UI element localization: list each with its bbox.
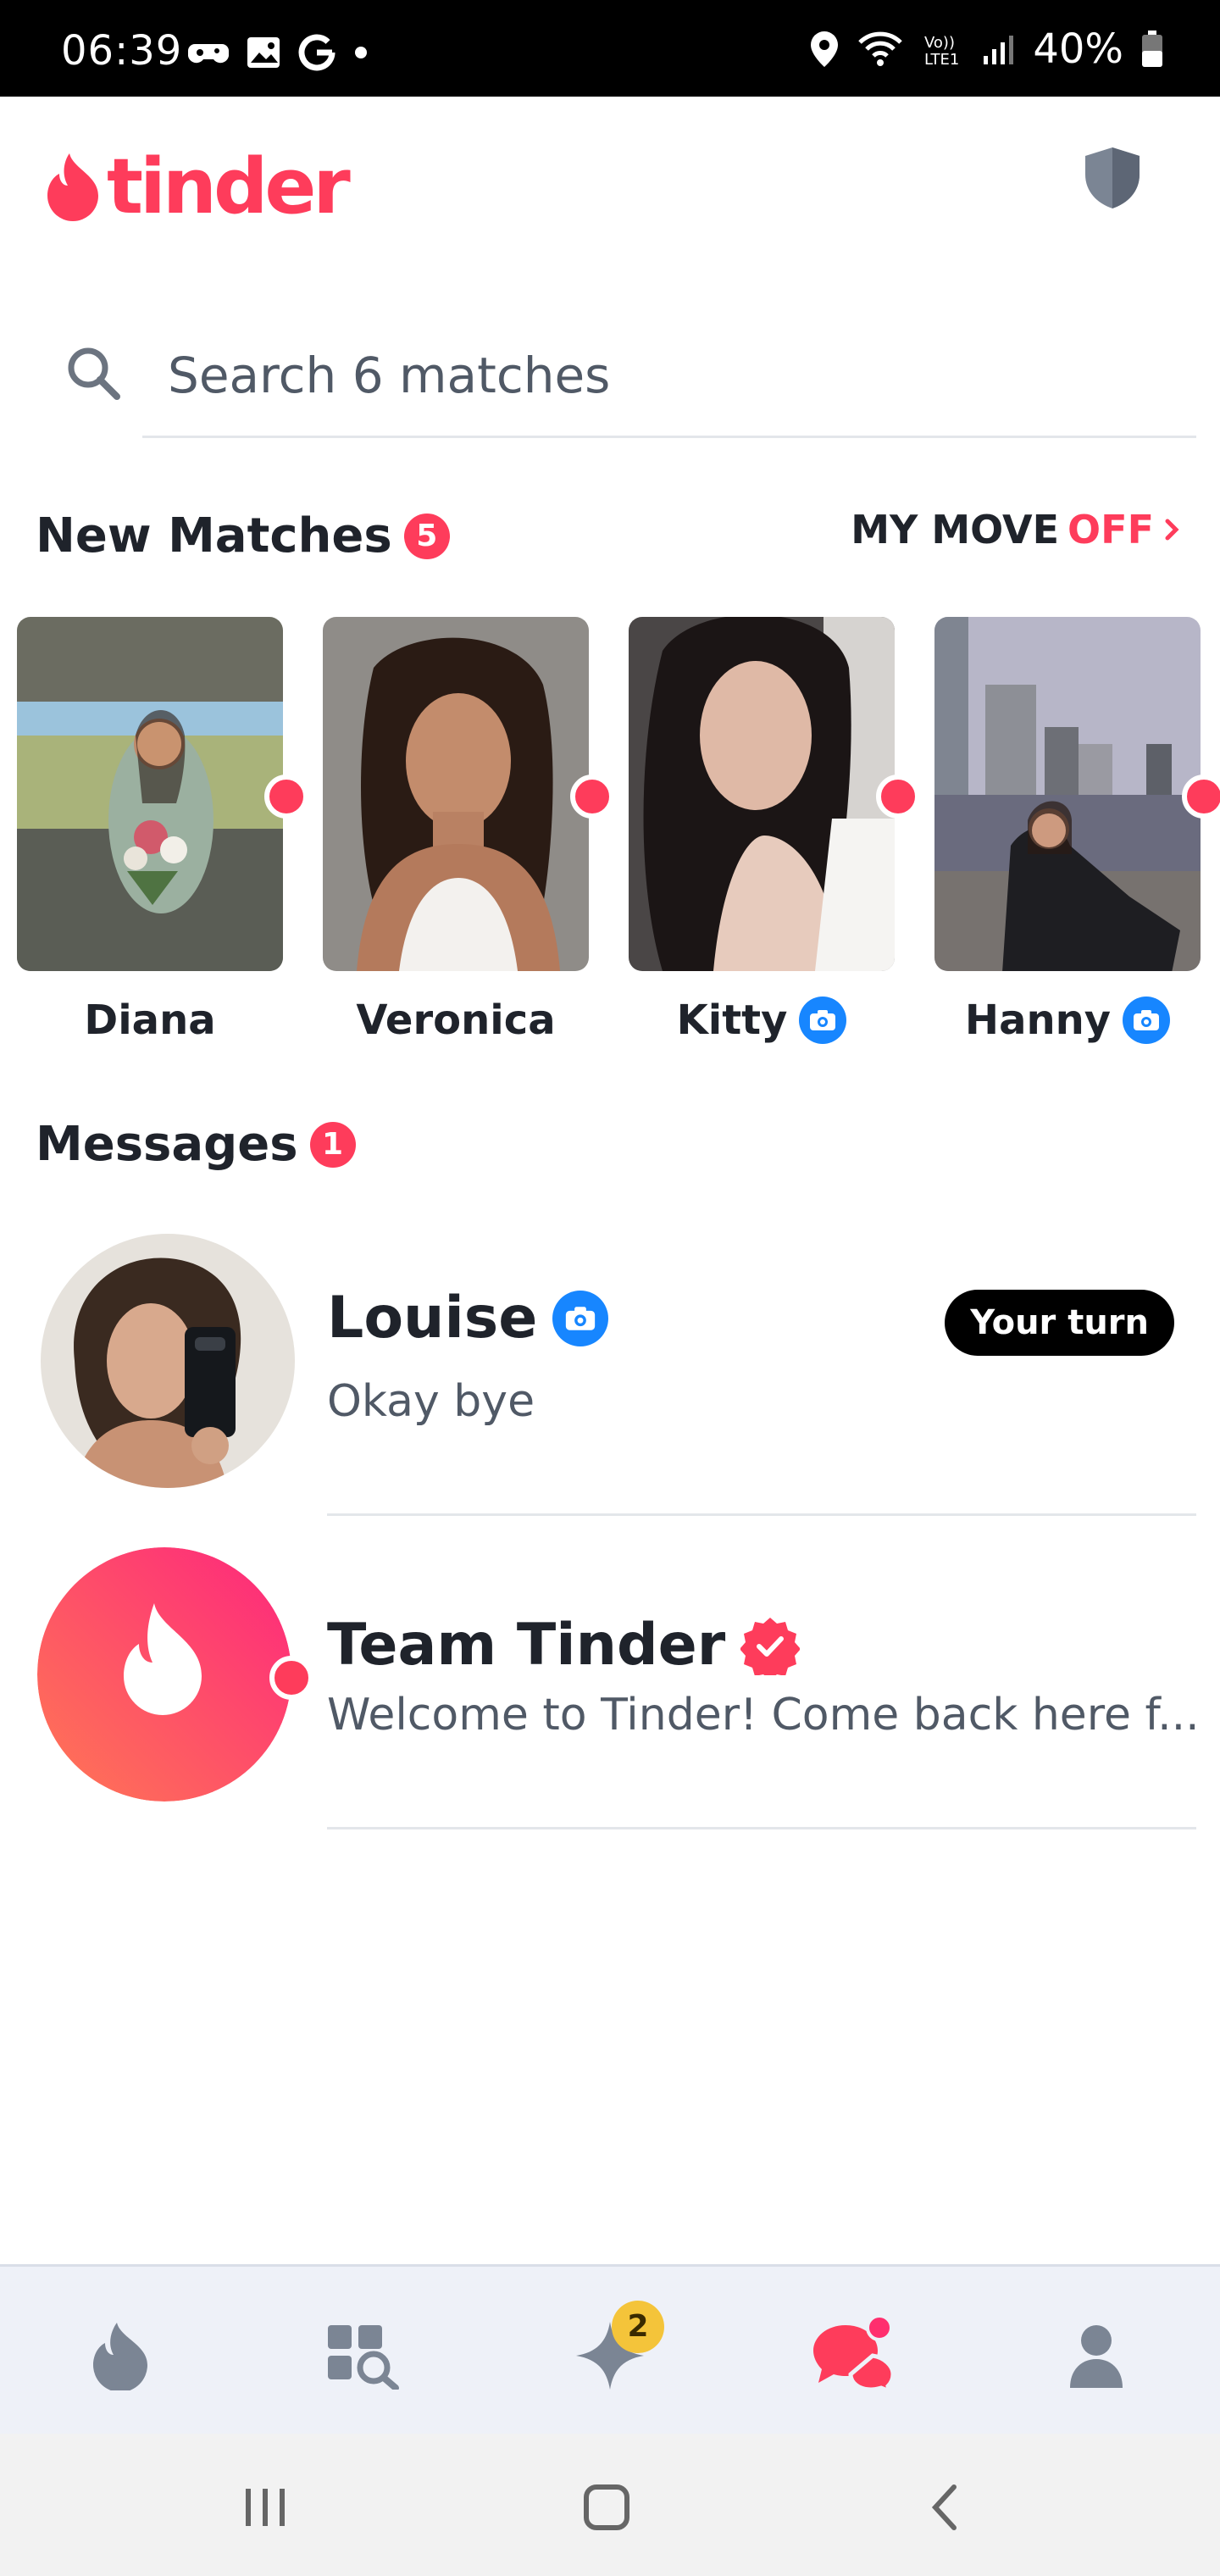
home-icon	[584, 2484, 629, 2530]
conversation-preview: Welcome to Tinder! Come back here f...	[327, 1690, 1200, 1740]
battery-percent: 40%	[1033, 25, 1123, 73]
unread-dot	[269, 1656, 313, 1700]
match-photo	[934, 617, 1201, 971]
new-matches-header: New Matches 5	[36, 508, 450, 564]
home-button[interactable]	[573, 2478, 640, 2537]
signal-icon	[984, 36, 1014, 64]
safety-shield-button[interactable]	[1083, 146, 1142, 214]
team-tinder-avatar	[37, 1547, 291, 1802]
search-input[interactable]	[166, 332, 1195, 419]
nav-top-picks[interactable]: 2	[559, 2301, 664, 2402]
conversation-preview: Okay bye	[327, 1376, 535, 1427]
battery-icon	[1142, 31, 1162, 67]
explore-icon	[328, 2325, 399, 2390]
back-icon	[931, 2484, 957, 2530]
gallery-icon	[247, 37, 280, 68]
chat-unread-dot	[866, 2314, 893, 2341]
new-match-dot	[1182, 774, 1220, 819]
system-indicators: Vo)) LTE1 40%	[809, 25, 1164, 73]
nav-chat[interactable]	[803, 2309, 905, 2402]
verified-badge-icon	[740, 1617, 801, 1675]
flame-logo-icon	[47, 153, 98, 221]
new-matches-title: New Matches	[36, 508, 392, 564]
back-button[interactable]	[912, 2478, 979, 2537]
flame-icon	[93, 2323, 147, 2390]
conversation-name: Team Tinder	[327, 1612, 801, 1679]
tinder-logo: tinder	[44, 142, 351, 231]
nav-swipe[interactable]	[69, 2309, 171, 2402]
match-name: Kitty	[629, 997, 895, 1044]
match-card[interactable]: Diana	[17, 617, 308, 1044]
match-name: Diana	[84, 997, 216, 1044]
shield-icon	[1085, 147, 1140, 208]
messages-header: Messages 1	[36, 1117, 356, 1172]
notification-icons	[188, 34, 369, 71]
messages-title: Messages	[36, 1117, 298, 1172]
logo-text: tinder	[107, 142, 351, 231]
my-move-toggle[interactable]: MY MOVE OFF	[851, 507, 1183, 552]
match-card[interactable]: Hanny	[934, 617, 1220, 1044]
system-nav-bar	[0, 2434, 1220, 2576]
nav-explore[interactable]	[312, 2309, 413, 2402]
new-match-dot	[570, 774, 614, 819]
wifi-icon	[858, 31, 903, 66]
your-turn-badge: Your turn	[945, 1290, 1174, 1356]
my-move-label: MY MOVE	[851, 507, 1060, 552]
match-photo	[629, 617, 895, 971]
avatar	[41, 1234, 295, 1488]
match-name: Veronica	[356, 997, 556, 1044]
new-matches-carousel: Diana Veronica Kitty Hanny	[17, 617, 1220, 1058]
new-match-dot	[264, 774, 308, 819]
conversation-divider	[327, 1827, 1196, 1829]
search-icon	[68, 347, 120, 400]
status-time: 06:39	[61, 27, 183, 75]
photo-verified-icon	[799, 997, 847, 1044]
svg-text:LTE1: LTE1	[924, 51, 959, 68]
new-matches-count-badge: 5	[403, 513, 450, 559]
conversation-divider	[327, 1513, 1196, 1516]
conversation-row[interactable]: Louise Okay bye Your turn	[0, 1234, 1220, 1516]
nav-profile[interactable]	[1045, 2309, 1147, 2402]
search-underline	[142, 436, 1196, 438]
chevron-right-icon	[1165, 519, 1179, 541]
google-icon	[298, 34, 336, 71]
match-card[interactable]: Kitty	[629, 617, 920, 1044]
recent-apps-button[interactable]	[232, 2478, 300, 2537]
volte-icon: Vo))LTE1	[924, 34, 959, 68]
match-card[interactable]: Veronica	[323, 617, 614, 1044]
bottom-nav: 2	[0, 2264, 1220, 2436]
search-bar	[61, 332, 1196, 438]
conversation-name: Louise	[327, 1285, 609, 1352]
new-match-dot	[876, 774, 920, 819]
profile-icon	[1070, 2325, 1123, 2388]
match-photo	[323, 617, 589, 971]
svg-text:Vo)): Vo))	[924, 34, 955, 52]
match-photo	[17, 617, 283, 971]
location-icon	[811, 31, 839, 67]
status-bar: 06:39 Vo)) LTE1 40%	[0, 0, 1220, 97]
conversation-row[interactable]: Team Tinder Welcome to Tinder! Come back…	[0, 1547, 1220, 1829]
game-controller-icon	[188, 44, 229, 64]
photo-verified-icon	[1123, 997, 1171, 1044]
photo-verified-icon	[552, 1290, 609, 1346]
my-move-state: OFF	[1068, 507, 1154, 552]
dot-icon	[355, 47, 367, 58]
messages-count-badge: 1	[309, 1121, 356, 1168]
top-picks-badge: 2	[612, 2301, 664, 2353]
recent-apps-icon	[246, 2489, 285, 2526]
match-name: Hanny	[934, 997, 1201, 1044]
